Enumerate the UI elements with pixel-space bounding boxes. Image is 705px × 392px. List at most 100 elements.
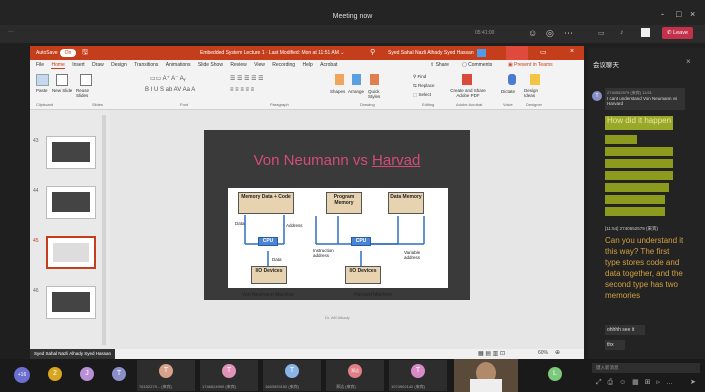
replace-button[interactable]: ⇆ Replace xyxy=(413,83,435,89)
select-button[interactable]: ⬚ Select xyxy=(413,92,431,98)
pen-icon[interactable] xyxy=(506,46,528,60)
dictate-label: Dictate xyxy=(501,89,516,94)
tab-design[interactable]: Design xyxy=(111,62,127,68)
present-in-teams-button[interactable]: ▣ Present in Teams xyxy=(508,62,553,68)
share-button[interactable]: ⇪ Share xyxy=(430,62,449,68)
quick-styles-icon[interactable] xyxy=(370,74,379,85)
highlight-bar xyxy=(605,159,673,168)
participant-avatar-overflow[interactable]: +16 xyxy=(14,367,30,383)
presenter-caption: Syed Sahal Nazli Alhady Syed Hassan xyxy=(30,349,116,359)
paste-icon[interactable] xyxy=(36,74,49,86)
ppt-status-bar: Syed Sahal Nazli Alhady Syed Hassan ▦ ▤ … xyxy=(30,349,584,359)
people-icon[interactable]: ☺ xyxy=(528,28,537,38)
tab-draw[interactable]: Draw xyxy=(92,62,104,68)
chat-format-icons[interactable]: ⤢ ⎙ ☺ ▦ ⊞ ▹ … xyxy=(596,378,675,387)
cpu-box-left: CPU xyxy=(258,237,278,246)
participant-tile[interactable]: T 1746624990 (來宾) xyxy=(200,360,258,391)
close-chat-icon[interactable]: × xyxy=(686,57,691,66)
first-message-author: 2740552579 (來宾) xyxy=(607,90,642,95)
io-devices-box-left: I/O Devices xyxy=(251,266,287,284)
autosave-label: AutoSave xyxy=(36,50,58,56)
highlight-bar xyxy=(605,135,637,144)
tab-review[interactable]: Review xyxy=(230,62,246,68)
find-button[interactable]: ⚲ Find xyxy=(413,74,426,80)
new-slide-icon[interactable] xyxy=(56,74,68,86)
comments-button[interactable]: ▢ Comments xyxy=(462,62,492,68)
more-icon[interactable]: ⋯ xyxy=(564,28,573,39)
highlight-bar xyxy=(605,171,673,180)
search-icon[interactable]: ⚲ xyxy=(370,48,375,56)
maximize-button[interactable]: □ xyxy=(676,9,681,19)
slide-thumbnails-pane[interactable]: 43 44 45 46 xyxy=(30,110,110,356)
camera-icon[interactable]: ▭ xyxy=(598,29,605,37)
highlighted-message: How did it happen xyxy=(605,116,673,130)
send-icon[interactable]: ➤ xyxy=(690,378,696,386)
adobe-pdf-icon[interactable] xyxy=(462,74,472,85)
user-avatar[interactable] xyxy=(477,49,486,57)
chat-message-input[interactable]: 键入新消息 xyxy=(592,363,700,373)
ribbon-tabs: File Home Insert Draw Design Transitions… xyxy=(30,60,584,71)
ppt-close-icon[interactable]: × xyxy=(570,48,574,55)
slide-footer: Dr. Alif Alhady xyxy=(325,315,350,320)
share-tray-icon[interactable] xyxy=(641,28,650,37)
first-message-text: I cant understand Von Neumann vs Harvard xyxy=(607,96,678,106)
tab-transitions[interactable]: Transitions xyxy=(134,62,158,68)
von-neumann-caption: Von Neumann Machine xyxy=(242,292,294,298)
participant-tile[interactable]: T 1074902142 (來宾) xyxy=(389,360,447,391)
autosave-toggle[interactable]: On xyxy=(60,49,76,57)
participant-avatar[interactable]: L xyxy=(548,367,562,381)
group-clipboard: Clipboard xyxy=(36,102,54,107)
participant-avatar[interactable]: J xyxy=(80,367,94,381)
participant-avatar[interactable]: T xyxy=(112,367,126,381)
tab-file[interactable]: File xyxy=(36,62,44,68)
leave-button[interactable]: ✆ Leave xyxy=(662,27,693,39)
tab-recording[interactable]: Recording xyxy=(272,62,295,68)
slide-canvas[interactable]: Von Neumann vs Harvad Memory Data + Code… xyxy=(110,110,584,354)
thumbnail-scrollbar[interactable] xyxy=(102,115,106,345)
close-button[interactable]: × xyxy=(690,9,695,19)
ppt-restore-icon[interactable]: ▭ xyxy=(540,48,547,56)
design-ideas-icon[interactable] xyxy=(530,74,540,85)
tab-animations[interactable]: Animations xyxy=(166,62,191,68)
participant-avatar[interactable]: 2 xyxy=(48,367,62,381)
tab-help[interactable]: Help xyxy=(302,62,312,68)
participant-tile[interactable]: T 76152279... (來宾) xyxy=(137,360,195,391)
slide-thumbnail-selected[interactable] xyxy=(46,236,96,269)
paragraph-icons[interactable]: ☰ ☰ ☰ ☰ ☰ xyxy=(230,75,264,82)
reuse-slides-icon[interactable] xyxy=(80,74,92,86)
chat-icon[interactable]: ◎ xyxy=(546,28,554,39)
architecture-diagram: Memory Data + Code CPU I/O Devices Data … xyxy=(228,188,448,288)
presenter-video[interactable] xyxy=(454,359,518,392)
minimize-button[interactable]: - xyxy=(661,9,664,19)
save-icon[interactable]: 🖫 xyxy=(82,48,88,59)
zoom-level[interactable]: 60% xyxy=(538,350,548,356)
shapes-icon[interactable] xyxy=(335,74,344,85)
memory-data-code-box: Memory Data + Code xyxy=(238,192,294,214)
tab-slide-show[interactable]: Slide Show xyxy=(198,62,223,68)
group-editing: Editing xyxy=(422,102,435,107)
data-label-io: Data xyxy=(272,257,282,262)
font-controls[interactable]: ▭▭ A⁺ A⁻ Aᵧ xyxy=(150,75,186,82)
font-format-icons[interactable]: B I U S ab AV Aa A xyxy=(145,87,195,93)
arrange-icon[interactable] xyxy=(352,74,361,85)
dictate-icon[interactable] xyxy=(508,74,516,85)
first-message-time: 11:51 xyxy=(642,90,652,95)
mic-icon[interactable]: ♪ xyxy=(620,29,624,36)
group-font: Font xyxy=(180,102,189,107)
slide-thumbnail[interactable] xyxy=(46,186,96,219)
tab-view[interactable]: View xyxy=(254,62,265,68)
tab-insert[interactable]: Insert xyxy=(72,62,85,68)
slide-thumbnail[interactable] xyxy=(46,286,96,319)
view-buttons[interactable]: ▦ ▤ ▥ ⊡ xyxy=(478,350,505,357)
tab-home[interactable]: Home xyxy=(51,62,65,69)
ellipsis-icon[interactable]: ··· xyxy=(8,29,14,35)
data-memory-box: Data Memory xyxy=(388,192,424,214)
participant-tile[interactable]: 郑洁 郑洁 (來宾) xyxy=(326,360,384,391)
slide-thumbnail[interactable] xyxy=(46,136,96,169)
participant-tile[interactable]: T 1663929152 (來宾) xyxy=(263,360,321,391)
fit-slide-icon[interactable]: ⊕ xyxy=(555,349,560,356)
ribbon-home: Paste New Slide Reuse Slides ▭▭ A⁺ A⁻ Aᵧ… xyxy=(30,71,584,110)
tab-acrobat[interactable]: Acrobat xyxy=(320,62,337,68)
thumb-number: 43 xyxy=(33,138,39,144)
alignment-icons[interactable]: ≡ ≡ ≡ ≡ ≡ xyxy=(230,87,254,93)
